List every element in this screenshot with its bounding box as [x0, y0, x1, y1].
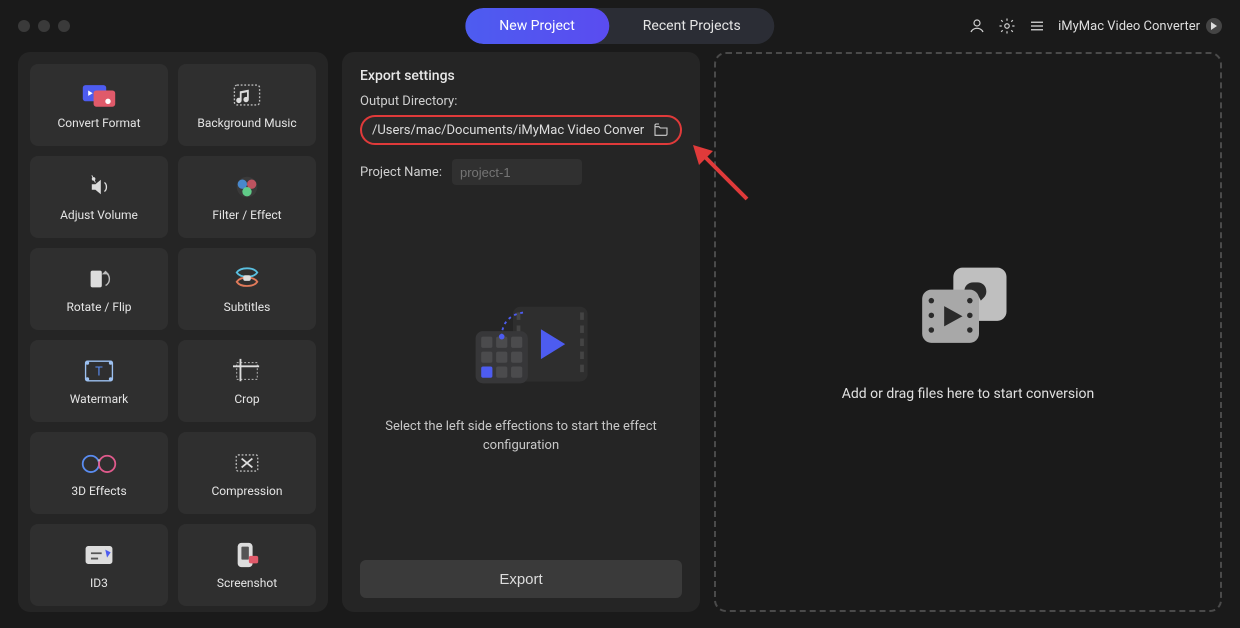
tool-convert-format[interactable]: Convert Format [30, 64, 168, 146]
tools-sidebar: Convert Format Background Music Adjust Vol… [18, 52, 328, 612]
3d-effects-icon [79, 448, 119, 478]
id3-icon [79, 540, 119, 570]
output-dir-field[interactable]: /Users/mac/Documents/iMyMac Video Conver… [360, 115, 682, 145]
file-dropzone[interactable]: Add or drag files here to start conversi… [714, 52, 1222, 612]
tool-label: Compression [211, 484, 282, 498]
svg-text:T: T [95, 364, 103, 378]
tool-3d-effects[interactable]: 3D Effects [30, 432, 168, 514]
tool-label: 3D Effects [71, 484, 126, 498]
tool-screenshot[interactable]: Screenshot [178, 524, 316, 606]
tool-watermark[interactable]: T Watermark [30, 340, 168, 422]
tool-label: Watermark [70, 392, 129, 406]
dropzone-illustration-icon [913, 262, 1023, 358]
project-name-label: Project Name: [360, 165, 442, 180]
app-name-label: iMyMac Video Converter [1058, 19, 1200, 34]
watermark-icon: T [79, 356, 119, 386]
app-title: iMyMac Video Converter [1058, 18, 1222, 34]
output-dir-value: /Users/mac/Documents/iMyMac Video Conver… [372, 123, 644, 138]
tool-label: Subtitles [224, 300, 271, 314]
crop-icon [227, 356, 267, 386]
close-window[interactable] [18, 20, 30, 32]
tool-background-music[interactable]: Background Music [178, 64, 316, 146]
compression-icon [227, 448, 267, 478]
tool-label: Crop [234, 392, 259, 406]
tool-label: Convert Format [57, 116, 140, 130]
effect-config-instructions: Select the left side effections to start… [380, 418, 662, 454]
rotate-flip-icon [79, 264, 119, 294]
project-tabs: New Project Recent Projects [465, 8, 774, 44]
titlebar: New Project Recent Projects iMyMac Video… [0, 0, 1240, 52]
window-controls [18, 20, 70, 32]
tool-rotate-flip[interactable]: Rotate / Flip [30, 248, 168, 330]
tool-label: Adjust Volume [60, 208, 138, 222]
adjust-volume-icon [79, 172, 119, 202]
tool-id3[interactable]: ID3 [30, 524, 168, 606]
tool-label: Screenshot [217, 576, 277, 590]
effect-config-illustration-icon [451, 290, 591, 400]
tab-new-project[interactable]: New Project [465, 8, 609, 44]
tool-adjust-volume[interactable]: Adjust Volume [30, 156, 168, 238]
subtitles-icon [227, 264, 267, 294]
background-music-icon [227, 80, 267, 110]
filter-effect-icon [227, 172, 267, 202]
export-settings-title: Export settings [360, 68, 682, 84]
tool-compression[interactable]: Compression [178, 432, 316, 514]
maximize-window[interactable] [58, 20, 70, 32]
dropzone-text: Add or drag files here to start conversi… [842, 386, 1095, 402]
settings-icon[interactable] [998, 17, 1016, 35]
export-button[interactable]: Export [360, 560, 682, 598]
minimize-window[interactable] [38, 20, 50, 32]
convert-format-icon [79, 80, 119, 110]
menu-icon[interactable] [1028, 17, 1046, 35]
app-logo-icon [1206, 18, 1222, 34]
tab-recent-projects[interactable]: Recent Projects [609, 8, 775, 44]
tool-crop[interactable]: Crop [178, 340, 316, 422]
tool-label: Filter / Effect [212, 208, 281, 222]
tool-label: Background Music [197, 116, 296, 130]
tool-label: ID3 [90, 576, 108, 590]
browse-folder-icon[interactable] [652, 122, 670, 138]
screenshot-icon [227, 540, 267, 570]
export-settings-panel: Export settings Output Directory: /Users… [342, 52, 700, 612]
tool-subtitles[interactable]: Subtitles [178, 248, 316, 330]
project-name-input[interactable] [452, 159, 582, 185]
account-icon[interactable] [968, 17, 986, 35]
tool-label: Rotate / Flip [66, 300, 131, 314]
tool-filter-effect[interactable]: Filter / Effect [178, 156, 316, 238]
output-dir-label: Output Directory: [360, 94, 682, 109]
